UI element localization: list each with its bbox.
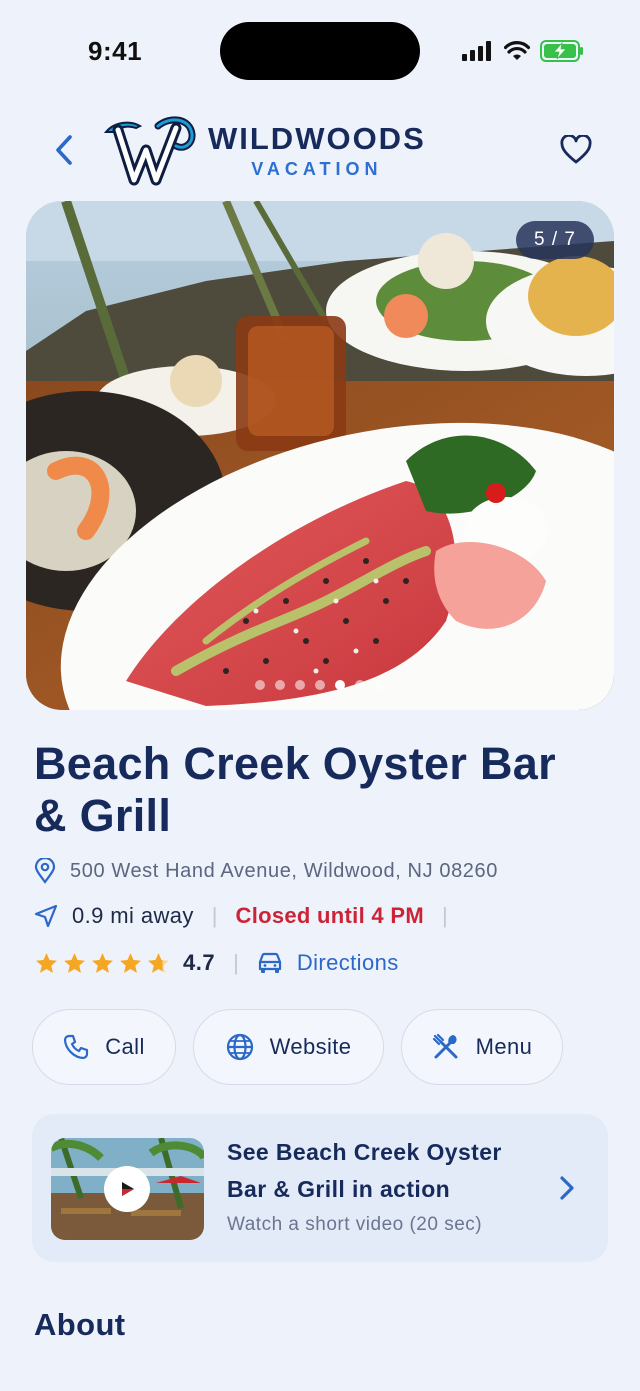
star-icon (92, 952, 113, 973)
brand-subtitle: VACATION (251, 158, 383, 179)
gallery-dot[interactable] (375, 680, 385, 690)
gallery-dot[interactable] (315, 680, 325, 690)
wildwoods-logo-mark (103, 116, 196, 186)
star-icon (148, 952, 169, 973)
rating-value: 4.7 (183, 950, 216, 975)
back-button[interactable] (46, 130, 82, 170)
star-rating (34, 951, 171, 976)
video-card[interactable]: See Beach Creek Oyster Bar & Grill in ac… (32, 1114, 608, 1262)
video-title: See Beach Creek Oyster Bar & Grill in ac… (227, 1139, 502, 1202)
brand-title: WILDWOODS (208, 120, 426, 156)
website-label: Website (269, 1034, 352, 1059)
action-buttons: Call Website Menu (32, 1009, 563, 1085)
gallery-dot[interactable] (275, 680, 285, 690)
play-icon (122, 1182, 134, 1196)
divider: | (441, 903, 448, 928)
chevron-left-icon (56, 135, 72, 165)
header: WILDWOODS VACATION (0, 110, 640, 190)
status-bar: 9:41 (0, 0, 640, 100)
chevron-right-icon (556, 1174, 578, 1202)
menu-button[interactable]: Menu (401, 1009, 563, 1085)
globe-icon (226, 1033, 253, 1061)
about-heading: About (34, 1307, 126, 1342)
gallery-dot[interactable] (255, 680, 265, 690)
phone-icon (64, 1034, 89, 1060)
video-thumbnail (51, 1138, 204, 1240)
photo-gallery[interactable]: 5 / 7 (26, 201, 614, 710)
star-icon (64, 952, 85, 973)
website-button[interactable]: Website (193, 1009, 384, 1085)
favorite-button[interactable] (558, 132, 594, 168)
divider: | (233, 950, 239, 975)
distance-text: 0.9 mi away (72, 903, 194, 928)
status-icons (462, 40, 584, 62)
utensils-icon (432, 1033, 458, 1059)
food-photo (26, 201, 614, 710)
call-label: Call (105, 1034, 145, 1059)
gallery-dot[interactable] (335, 680, 345, 690)
menu-label: Menu (475, 1034, 533, 1059)
directions-link[interactable]: Directions (257, 950, 399, 976)
divider: | (211, 903, 218, 928)
address-row: 500 West Hand Avenue, Wildwood, NJ 08260 (34, 858, 498, 884)
play-button[interactable] (104, 1166, 150, 1212)
gallery-dot[interactable] (295, 680, 305, 690)
hours-status: Closed until 4 PM (235, 903, 424, 928)
place-name: Beach Creek Oyster Bar & Grill (34, 738, 556, 841)
rating-row: 4.7 | Directions (34, 950, 399, 976)
dynamic-island (220, 22, 420, 80)
call-button[interactable]: Call (32, 1009, 176, 1085)
car-icon (258, 952, 281, 973)
star-icon (36, 952, 57, 973)
address-text: 500 West Hand Avenue, Wildwood, NJ 08260 (70, 859, 498, 882)
navigation-arrow-icon (34, 904, 58, 928)
gallery-pagination (26, 680, 614, 690)
cellular-signal-icon (462, 41, 491, 61)
battery-charging-icon (540, 40, 583, 62)
star-icon (120, 952, 141, 973)
map-pin-icon (34, 858, 56, 884)
gallery-dot[interactable] (355, 680, 365, 690)
brand-logo: WILDWOODS VACATION (100, 110, 426, 190)
wifi-icon (504, 41, 530, 60)
directions-label: Directions (296, 950, 399, 975)
distance-row: 0.9 mi away | Closed until 4 PM | (34, 903, 466, 929)
video-subtitle: Watch a short video (20 sec) (227, 1214, 483, 1235)
heart-outline-icon (560, 135, 592, 164)
gallery-counter: 5 / 7 (516, 221, 594, 259)
status-time: 9:41 (88, 36, 143, 66)
